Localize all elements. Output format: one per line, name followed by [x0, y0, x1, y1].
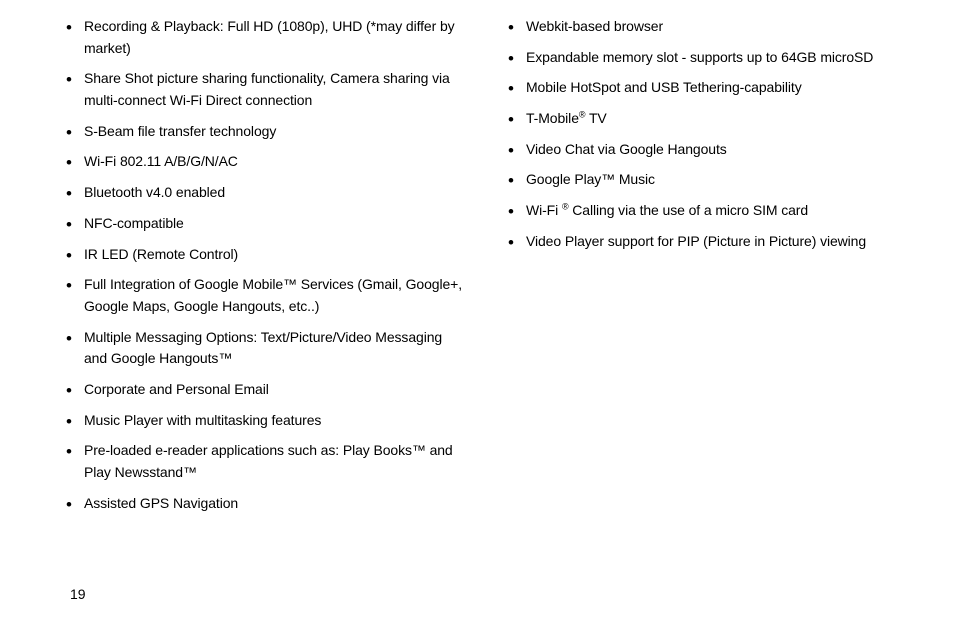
list-item: Expandable memory slot - supports up to … [508, 47, 904, 69]
list-item: Bluetooth v4.0 enabled [66, 182, 462, 204]
list-item: Full Integration of Google Mobile™ Servi… [66, 274, 462, 317]
list-item: Google Play™ Music [508, 169, 904, 191]
list-item: Pre-loaded e-reader applications such as… [66, 440, 462, 483]
list-item: Multiple Messaging Options: Text/Picture… [66, 327, 462, 370]
left-column: Recording & Playback: Full HD (1080p), U… [66, 16, 462, 523]
feature-list-right: Webkit-based browser Expandable memory sl… [508, 16, 904, 253]
right-column: Webkit-based browser Expandable memory sl… [508, 16, 904, 523]
list-item: Assisted GPS Navigation [66, 493, 462, 515]
list-item: Video Chat via Google Hangouts [508, 139, 904, 161]
list-item: Music Player with multitasking features [66, 410, 462, 432]
list-item: Webkit-based browser [508, 16, 904, 38]
list-item: NFC-compatible [66, 213, 462, 235]
list-item: S-Beam file transfer technology [66, 121, 462, 143]
two-column-layout: Recording & Playback: Full HD (1080p), U… [66, 16, 904, 523]
list-item: T-Mobile® TV [508, 108, 904, 130]
list-item: Wi-Fi ® Calling via the use of a micro S… [508, 200, 904, 222]
list-item: Video Player support for PIP (Picture in… [508, 231, 904, 253]
list-item: IR LED (Remote Control) [66, 244, 462, 266]
page-number: 19 [70, 586, 86, 602]
list-item: Share Shot picture sharing functionality… [66, 68, 462, 111]
list-item: Wi-Fi 802.11 A/B/G/N/AC [66, 151, 462, 173]
list-item: Corporate and Personal Email [66, 379, 462, 401]
feature-list-left: Recording & Playback: Full HD (1080p), U… [66, 16, 462, 514]
list-item: Mobile HotSpot and USB Tethering-capabil… [508, 77, 904, 99]
list-item: Recording & Playback: Full HD (1080p), U… [66, 16, 462, 59]
